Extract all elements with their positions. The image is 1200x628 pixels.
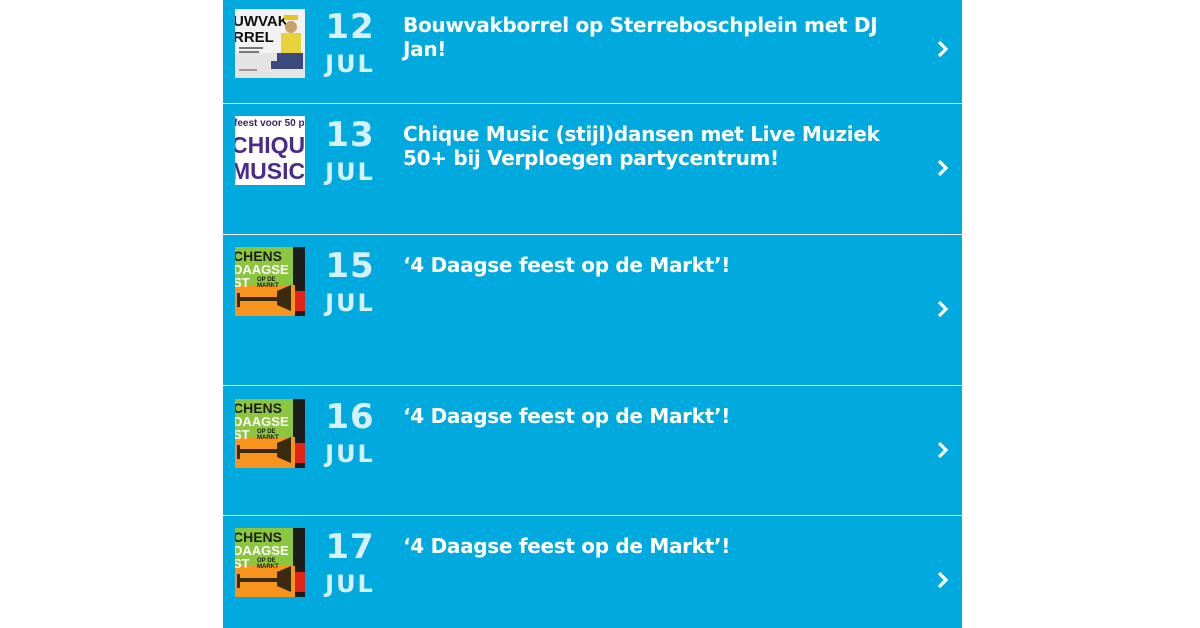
svg-text:ST: ST xyxy=(235,427,250,442)
event-day: 16 xyxy=(325,397,375,437)
chevron-right-icon[interactable] xyxy=(935,299,951,319)
bouwvak-poster-image: UWVAK RREL xyxy=(235,9,305,78)
event-month: JUL xyxy=(325,440,375,468)
event-date: 16 JUL xyxy=(309,398,391,472)
svg-text:UWVAK: UWVAK xyxy=(235,13,289,30)
svg-text:MUSIC: MUSIC xyxy=(235,158,305,184)
event-title[interactable]: Chique Music (stijl)dansen met Live Muzi… xyxy=(403,122,903,170)
event-month: JUL xyxy=(325,158,375,186)
event-title[interactable]: ‘4 Daagse feest op de Markt’! xyxy=(403,534,903,558)
event-thumbnail: feest voor 50 plu CHIQU MUSIC xyxy=(235,116,305,185)
chevron-right-icon[interactable] xyxy=(935,39,951,59)
svg-text:feest voor 50 plu: feest voor 50 plu xyxy=(235,118,305,129)
event-day: 13 xyxy=(325,115,375,155)
event-list: UWVAK RREL 12 JUL Bouwvakborrel op Sterr… xyxy=(223,0,962,628)
event-date: 13 JUL xyxy=(309,116,391,190)
chevron-right-icon[interactable] xyxy=(935,440,951,460)
event-thumbnail: CHENS DAAGSE ST OP DE MARKT xyxy=(235,528,305,597)
event-date: 15 JUL xyxy=(309,247,391,321)
svg-text:MARKT: MARKT xyxy=(257,283,279,289)
chevron-right-icon[interactable] xyxy=(935,158,951,178)
event-thumbnail: CHENS DAAGSE ST OP DE MARKT xyxy=(235,399,305,468)
chique-music-poster-image: feest voor 50 plu CHIQU MUSIC xyxy=(235,116,305,185)
event-thumbnail: CHENS DAAGSE ST OP DE MARKT xyxy=(235,247,305,316)
event-date: 17 JUL xyxy=(309,528,391,602)
svg-text:MARKT: MARKT xyxy=(257,564,279,570)
event-title[interactable]: Bouwvakborrel op Sterreboschplein met DJ… xyxy=(403,13,903,61)
event-item[interactable]: CHENS DAAGSE ST OP DE MARKT 17 JUL ‘4 Da… xyxy=(223,516,962,628)
event-day: 15 xyxy=(325,246,375,286)
event-item[interactable]: CHENS DAAGSE ST OP DE MARKT 16 JUL ‘4 Da… xyxy=(223,386,962,516)
event-title[interactable]: ‘4 Daagse feest op de Markt’! xyxy=(403,253,903,277)
vierdaagse-poster-image: CHENS DAAGSE ST OP DE MARKT xyxy=(235,247,305,316)
svg-text:RREL: RREL xyxy=(235,29,274,46)
event-title[interactable]: ‘4 Daagse feest op de Markt’! xyxy=(403,404,903,428)
event-date: 12 JUL xyxy=(309,8,391,82)
event-day: 12 xyxy=(325,7,375,47)
event-day: 17 xyxy=(325,527,375,567)
event-month: JUL xyxy=(325,570,375,598)
event-thumbnail: UWVAK RREL xyxy=(235,9,305,78)
event-month: JUL xyxy=(325,50,375,78)
vierdaagse-poster-image: CHENS DAAGSE ST OP DE MARKT xyxy=(235,399,305,468)
vierdaagse-poster-image: CHENS DAAGSE ST OP DE MARKT xyxy=(235,528,305,597)
event-item[interactable]: feest voor 50 plu CHIQU MUSIC 13 JUL Chi… xyxy=(223,104,962,235)
svg-text:ST: ST xyxy=(235,275,250,290)
chevron-right-icon[interactable] xyxy=(935,570,951,590)
event-item[interactable]: CHENS DAAGSE ST OP DE MARKT 15 JUL ‘4 Da… xyxy=(223,235,962,386)
svg-text:ST: ST xyxy=(235,556,250,571)
event-month: JUL xyxy=(325,289,375,317)
svg-text:MARKT: MARKT xyxy=(257,435,279,441)
svg-text:CHIQU: CHIQU xyxy=(235,132,305,158)
event-item[interactable]: UWVAK RREL 12 JUL Bouwvakborrel op Sterr… xyxy=(223,0,962,104)
